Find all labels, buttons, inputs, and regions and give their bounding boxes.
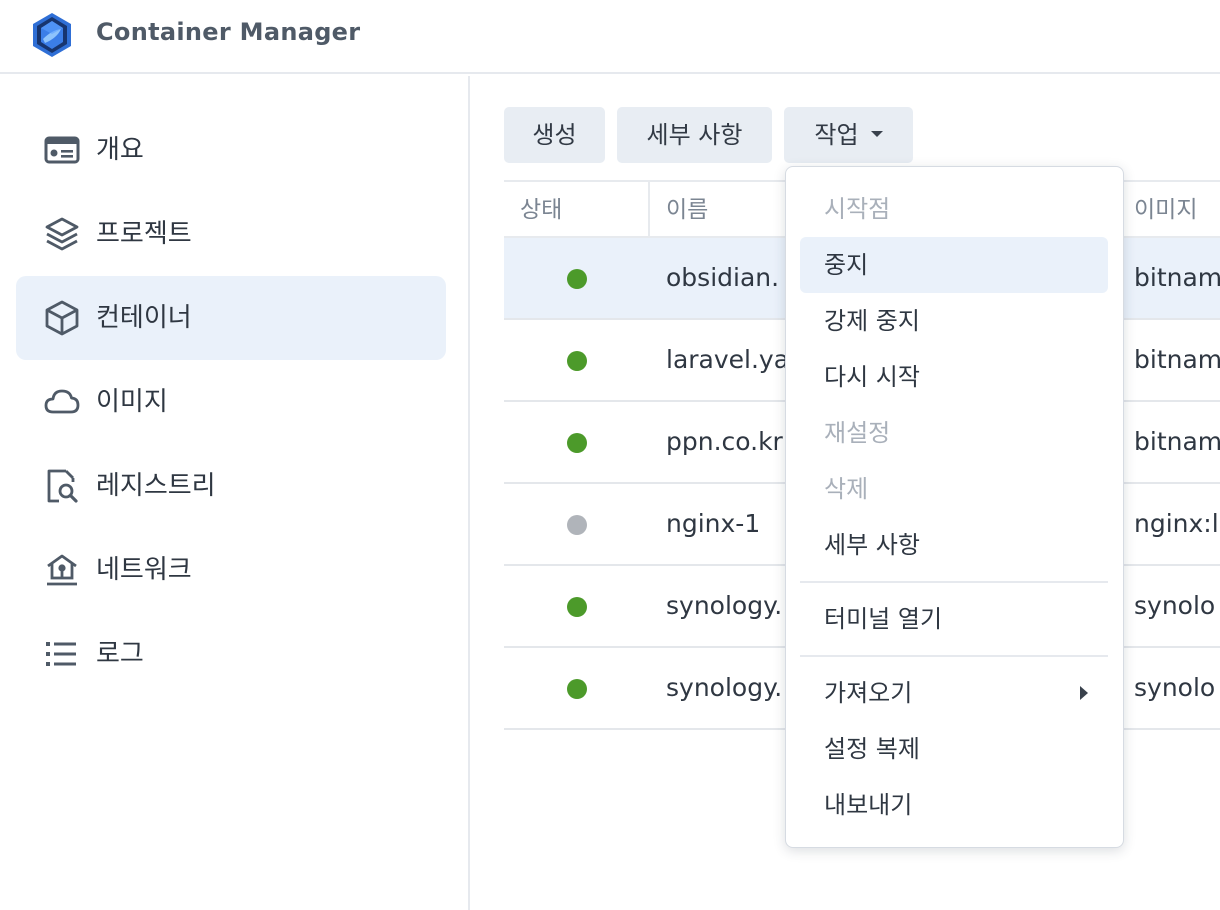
sidebar: 개요 프로젝트 컨테이너 이미지 레지스트리 네트워크 로그: [0, 76, 470, 910]
container-image: nginx:l: [1134, 509, 1219, 538]
column-header-image[interactable]: 이미지: [1118, 182, 1197, 238]
container-name: nginx-1: [666, 509, 761, 538]
sidebar-item-log[interactable]: 로그: [16, 612, 446, 696]
container-name: laravel.ya: [666, 345, 790, 374]
menu-divider: [800, 655, 1108, 657]
menu-item-import[interactable]: 가져오기: [800, 665, 1108, 721]
title-bar: Container Manager: [0, 0, 1220, 74]
menu-item-label: 내보내기: [824, 791, 913, 819]
menu-item-label: 시작점: [824, 195, 891, 223]
action-menu-button[interactable]: 작업: [784, 107, 913, 163]
menu-item-start[interactable]: 시작점: [800, 181, 1108, 237]
network-house-icon: [47, 554, 77, 586]
menu-item-label: 터미널 열기: [824, 605, 943, 633]
menu-item-duplicate-settings[interactable]: 설정 복제: [800, 721, 1108, 777]
status-running-icon: [567, 679, 587, 699]
status-running-icon: [567, 351, 587, 371]
sidebar-item-label: 레지스트리: [96, 471, 216, 501]
chevron-right-icon: [1080, 686, 1088, 700]
menu-divider: [800, 581, 1108, 583]
sidebar-item-image[interactable]: 이미지: [16, 360, 446, 444]
caret-down-icon: [870, 131, 883, 137]
container-name: synology.: [666, 673, 783, 702]
status-running-icon: [567, 269, 587, 289]
app-title: Container Manager: [96, 18, 361, 46]
sidebar-item-label: 개요: [96, 135, 144, 165]
list-icon: [46, 642, 76, 666]
sidebar-item-label: 이미지: [96, 387, 168, 417]
container-name: obsidian.: [666, 263, 780, 292]
details-button[interactable]: 세부 사항: [617, 107, 772, 163]
menu-item-restart[interactable]: 다시 시작: [800, 349, 1108, 405]
container-image: bitnam: [1134, 345, 1220, 374]
sidebar-item-label: 네트워크: [96, 555, 192, 585]
create-button[interactable]: 생성: [504, 107, 605, 163]
column-header-status[interactable]: 상태: [504, 182, 562, 238]
menu-item-label: 다시 시작: [824, 363, 920, 391]
sidebar-item-registry[interactable]: 레지스트리: [16, 444, 446, 528]
menu-item-details[interactable]: 세부 사항: [800, 517, 1108, 573]
menu-item-label: 가져오기: [824, 679, 913, 707]
menu-item-export[interactable]: 내보내기: [800, 777, 1108, 833]
sidebar-item-label: 프로젝트: [96, 219, 192, 249]
sidebar-item-project[interactable]: 프로젝트: [16, 192, 446, 276]
container-name: synology.: [666, 591, 783, 620]
cube-icon: [45, 300, 79, 336]
sidebar-item-container[interactable]: 컨테이너: [16, 276, 446, 360]
menu-item-open-terminal[interactable]: 터미널 열기: [800, 591, 1108, 647]
overview-card-icon: [44, 136, 80, 164]
menu-item-label: 중지: [824, 251, 869, 279]
menu-item-delete[interactable]: 삭제: [800, 461, 1108, 517]
sidebar-item-network[interactable]: 네트워크: [16, 528, 446, 612]
container-image: bitnam: [1134, 427, 1220, 456]
menu-item-label: 설정 복제: [824, 735, 920, 763]
sidebar-item-label: 로그: [96, 639, 144, 669]
menu-item-label: 강제 중지: [824, 307, 920, 335]
status-running-icon: [567, 433, 587, 453]
container-image: bitnam: [1134, 263, 1220, 292]
menu-item-label: 세부 사항: [824, 531, 920, 559]
container-image: synolo: [1134, 673, 1216, 702]
container-manager-logo-icon: [33, 13, 71, 57]
sidebar-item-label: 컨테이너: [96, 303, 192, 333]
menu-item-label: 삭제: [824, 475, 869, 503]
status-stopped-icon: [567, 515, 587, 535]
action-dropdown-menu: 시작점 중지 강제 중지 다시 시작 재설정 삭제 세부 사항 터미널 열기 가…: [785, 166, 1124, 848]
registry-search-icon: [47, 469, 78, 503]
column-header-name[interactable]: 이름: [650, 182, 708, 238]
menu-item-label: 재설정: [824, 419, 891, 447]
container-name: ppn.co.kr: [666, 427, 783, 456]
menu-item-stop[interactable]: 중지: [800, 237, 1108, 293]
menu-item-force-stop[interactable]: 강제 중지: [800, 293, 1108, 349]
action-button-label: 작업: [814, 121, 859, 149]
menu-item-reset[interactable]: 재설정: [800, 405, 1108, 461]
container-image: synolo: [1134, 591, 1216, 620]
status-running-icon: [567, 597, 587, 617]
cloud-icon: [44, 389, 80, 414]
layers-icon: [45, 217, 79, 251]
sidebar-item-overview[interactable]: 개요: [16, 108, 446, 192]
